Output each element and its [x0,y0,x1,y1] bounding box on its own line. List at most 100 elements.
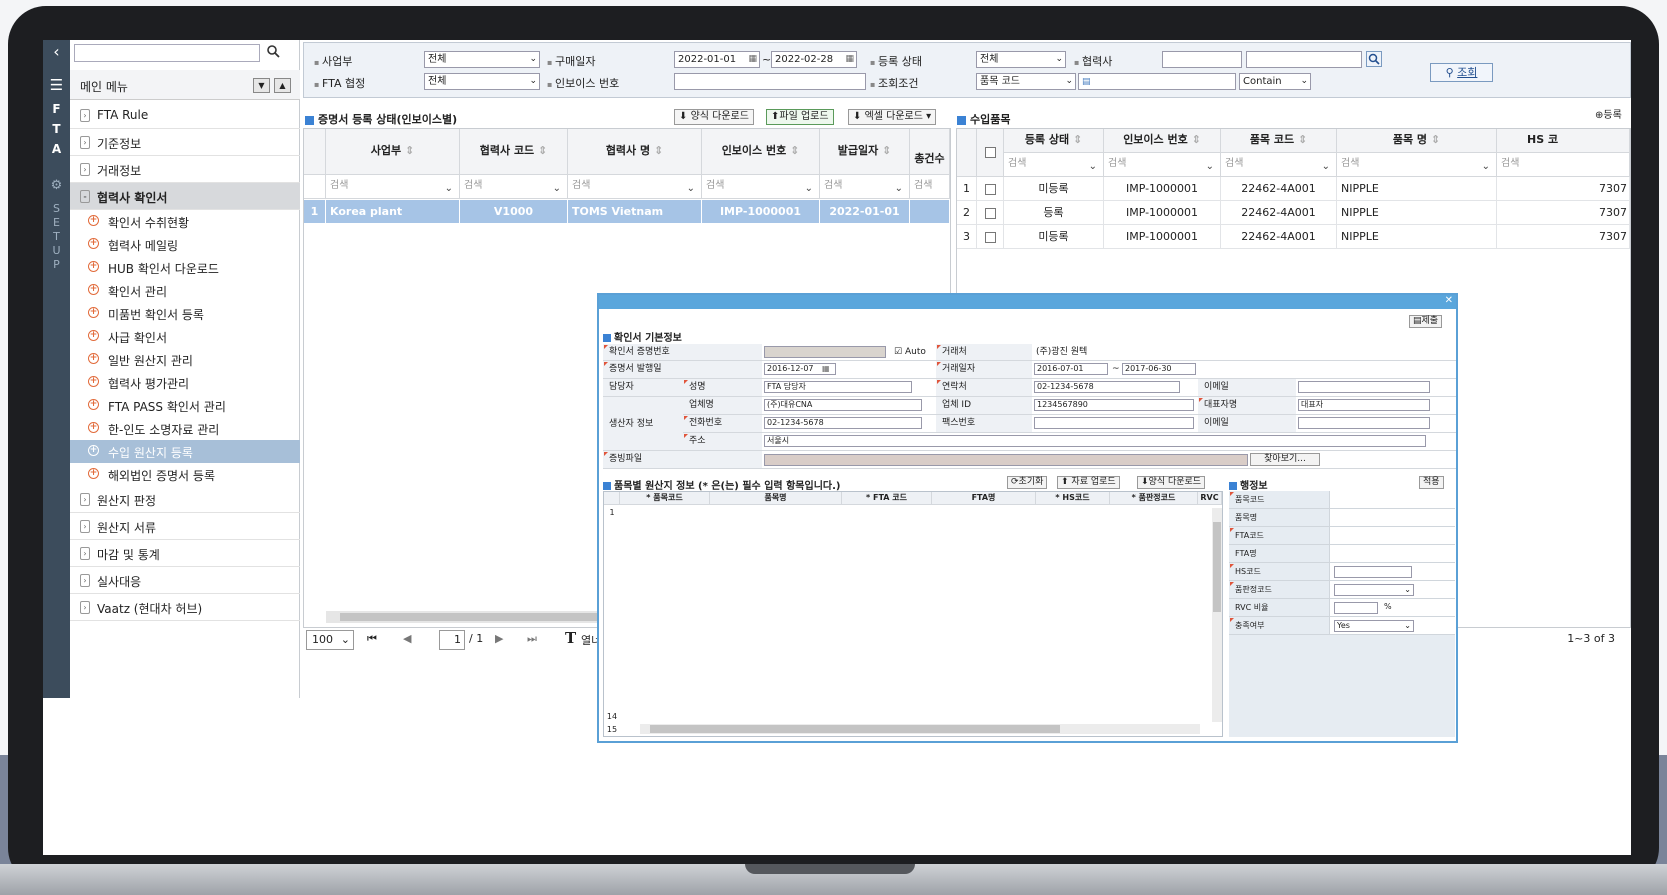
search-button[interactable]: ⚲ 조회 [1430,63,1493,82]
calendar-icon[interactable]: ▦ [822,361,830,377]
judgement-select[interactable]: ⌄ [1334,584,1414,596]
submenu-item-selected[interactable]: + 수입 원산지 등록 [70,440,300,463]
reset-button[interactable]: ⟳초기화 [1007,476,1048,489]
fulfil-select[interactable]: Yes ⌄ [1334,620,1414,632]
col-header[interactable]: 인보이스 번호 ⇕ [702,129,820,175]
submenu-item[interactable]: + 미품번 확인서 등록 [70,302,300,325]
excel-download-button[interactable]: ⬇ 엑셀 다운로드 ▾ [848,109,937,125]
submenu-item[interactable]: + 협력사 평가관리 [70,371,300,394]
col-header[interactable]: 사업부 ⇕ [326,129,460,175]
col-header[interactable]: * HS코드 [1036,492,1110,505]
col-header[interactable]: 총건수 [910,129,950,175]
biz-select[interactable]: 전체 ⌄ [424,51,540,68]
col-header[interactable]: 품목명 [710,492,842,505]
row-checkbox[interactable] [977,177,1004,201]
col-header[interactable]: HS 코 [1497,129,1630,153]
bizid-input[interactable]: 1234567890 [1034,399,1194,411]
menu-item-fta-rule[interactable]: › FTA Rule [70,102,300,129]
date-from-input[interactable]: 2022-01-01 ▦ [674,51,760,68]
auto-checkbox[interactable]: ☑ Auto [894,344,926,360]
select-all-checkbox[interactable] [977,129,1004,177]
menu-item-partner-cert[interactable]: - 협력사 확인서 [70,183,300,210]
template-download-button[interactable]: ⬇양식 다운로드 [1137,476,1206,489]
submenu-item[interactable]: + 확인서 수취현황 [70,210,300,233]
menu-item-audit[interactable]: › 실사대응 [70,567,300,594]
hamburger-icon[interactable]: ☰ [43,72,70,98]
page-size-select[interactable]: 100 ⌄ [306,630,354,650]
col-header[interactable]: FTA명 [932,492,1036,505]
hs-code-input[interactable] [1334,566,1412,578]
ceo-input[interactable]: 대표자 [1298,399,1430,411]
submenu-item[interactable]: + 일반 원산지 관리 [70,348,300,371]
column-filter[interactable]: 검색 ⌄ [1221,153,1337,177]
col-header[interactable]: * FTA 코드 [842,492,932,505]
column-filter[interactable]: 검색 ⌄ [568,175,702,199]
prev-page-icon[interactable]: ◀ [403,632,411,645]
menu-search-input[interactable] [74,44,260,62]
column-filter[interactable]: 검색 ⌄ [1004,153,1104,177]
browse-button[interactable]: 찾아보기... [1250,453,1320,466]
reg-status-select[interactable]: 전체 ⌄ [976,51,1066,68]
collapse-all-icon[interactable]: ▲ [274,78,291,93]
column-filter[interactable]: 검색 [1497,153,1630,177]
date-to-input[interactable]: 2022-02-28 ▦ [771,51,857,68]
col-header[interactable]: * 품판정코드 [1110,492,1198,505]
page-input[interactable]: 1 [439,630,465,650]
col-header[interactable]: 등록 상태 ⇕ [1004,129,1104,153]
submenu-item[interactable]: + HUB 확인서 다운로드 [70,256,300,279]
apply-button[interactable]: 적용 [1419,476,1444,489]
submenu-item[interactable]: + 협력사 메일링 [70,233,300,256]
cert-no-input[interactable] [764,346,886,358]
phone-input[interactable]: 02-1234-5678 [764,417,922,429]
menu-item-closing[interactable]: › 마감 및 통계 [70,540,300,567]
column-filter[interactable]: 검색 ⌄ [702,175,820,199]
submenu-item[interactable]: + 한-인도 소명자료 관리 [70,417,300,440]
calendar-icon[interactable]: ▦ [845,52,854,67]
col-header[interactable]: RVC [1198,492,1222,505]
menu-item-origin-docs[interactable]: › 원산지 서류 [70,513,300,540]
close-icon[interactable]: ✕ [1445,295,1453,306]
col-header[interactable]: 협력사 코드 ⇕ [460,129,568,175]
contact-input[interactable]: 02-1234-5678 [1034,381,1180,393]
gear-icon[interactable]: ⚙ [43,178,70,193]
col-header[interactable]: 품목 코드 ⇕ [1221,129,1337,153]
name-input[interactable]: FTA 담당자 [764,381,912,393]
col-header[interactable]: 인보이스 번호 ⇕ [1104,129,1221,153]
menu-item-basic[interactable]: › 기준정보 [70,129,300,156]
trade-from-input[interactable]: 2016-07-01 [1034,363,1108,375]
scrollbar-thumb[interactable] [1213,522,1221,612]
column-filter[interactable]: 검색 ⌄ [1337,153,1497,177]
row-checkbox[interactable] [977,225,1004,249]
fta-select[interactable]: 전체 ⌄ [424,73,540,90]
query-field-select[interactable]: 품목 코드 ⌄ [976,73,1076,90]
expand-all-icon[interactable]: ▼ [253,78,270,93]
col-header[interactable]: 협력사 명 ⇕ [568,129,702,175]
rvc-input[interactable] [1334,602,1378,614]
collapse-chevron-icon[interactable]: ‹ [43,40,70,66]
column-filter[interactable]: 검색 ⌄ [326,175,460,199]
column-filter[interactable]: 검색 ⌄ [460,175,568,199]
calendar-icon[interactable]: ▦ [748,52,757,67]
register-button[interactable]: ⊕등록 [1591,109,1626,125]
submit-button[interactable]: ▤제출 [1409,315,1443,328]
vertical-scrollbar[interactable] [1212,508,1222,722]
email-input[interactable] [1298,381,1430,393]
address-input[interactable]: 서울시 [764,435,1426,447]
text-format-icon[interactable]: T [565,629,576,647]
submenu-item[interactable]: + 해외법인 증명서 등록 [70,463,300,486]
column-filter[interactable]: 검색 ⌄ [820,175,910,199]
menu-item-origin-judgement[interactable]: › 원산지 판정 [70,486,300,513]
data-upload-button[interactable]: ⬆ 자료 업로드 [1057,476,1120,489]
column-filter[interactable]: 검색 [910,175,950,199]
template-download-button[interactable]: ⬇ 양식 다운로드 [674,109,754,125]
partner-search-icon[interactable] [1366,51,1382,67]
menu-item-vaatz[interactable]: › Vaatz (현대차 허브) [70,594,300,621]
query-value-input[interactable]: ▤ [1078,73,1236,90]
submenu-item[interactable]: + 확인서 관리 [70,279,300,302]
email2-input[interactable] [1298,417,1430,429]
col-header[interactable]: 발급일자 ⇕ [820,129,910,175]
partner-name-input[interactable] [1246,51,1362,68]
col-header[interactable]: * 품목코드 [620,492,710,505]
submenu-item[interactable]: + 사급 확인서 [70,325,300,348]
search-icon[interactable] [266,44,284,62]
